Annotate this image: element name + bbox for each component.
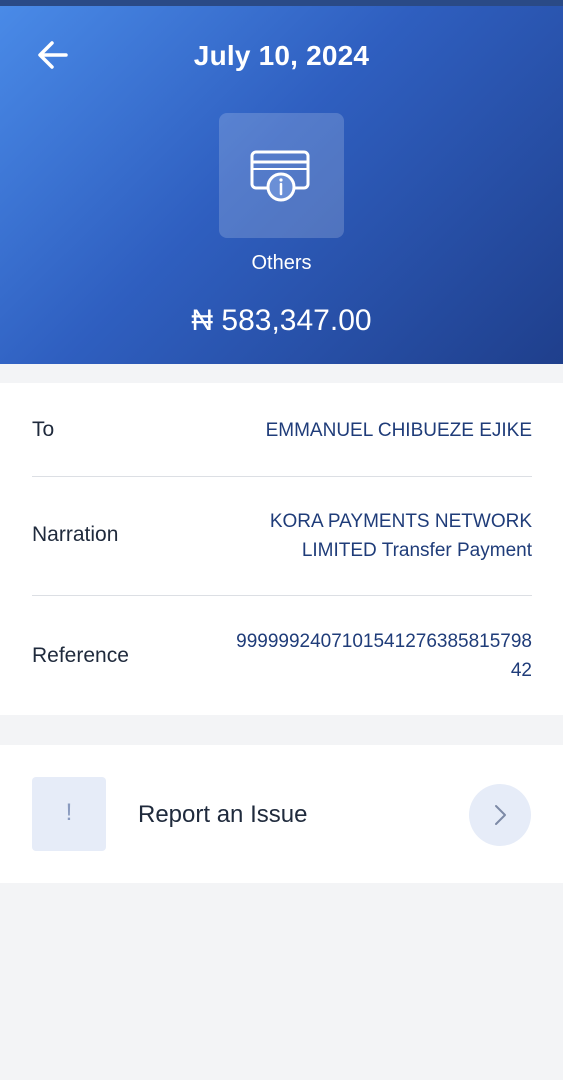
detail-row-narration: Narration KORA PAYMENTS NETWORK LIMITED …	[32, 507, 532, 567]
narration-label: Narration	[32, 523, 119, 546]
detail-row-reference: Reference 999999240710154127638581579​8 …	[32, 627, 532, 687]
card-info-icon	[250, 150, 310, 202]
report-issue-row[interactable]: ! Report an Issue	[0, 745, 563, 883]
detail-row-to: To EMMANUEL CHIBUEZE EJIKE	[32, 416, 532, 446]
reference-label: Reference	[32, 644, 129, 667]
report-issue-label: Report an Issue	[138, 801, 308, 828]
exclamation-icon: !	[65, 799, 73, 826]
narration-line: KORA PAYMENTS NETWORK	[269, 511, 532, 532]
narration-line: LIMITED Transfer Payment	[301, 540, 532, 561]
report-issue-button[interactable]	[469, 784, 531, 846]
reference-line: 42	[510, 660, 532, 681]
issue-icon-box: !	[32, 777, 106, 851]
status-strip	[0, 0, 563, 6]
narration-value: KORA PAYMENTS NETWORK LIMITED Transfer P…	[270, 507, 532, 565]
to-value: EMMANUEL CHIBUEZE EJIKE	[265, 420, 532, 441]
reference-value[interactable]: 999999240710154127638581579​8 42	[236, 627, 532, 685]
chevron-right-icon	[495, 805, 506, 825]
category-label: Others	[251, 252, 312, 274]
to-label: To	[32, 418, 55, 441]
divider	[32, 476, 532, 477]
reference-line: 999999240710154127638581579​8	[236, 631, 532, 652]
page-title: July 10, 2024	[193, 40, 370, 71]
category-tile	[219, 113, 344, 238]
transaction-amount: ₦ 583,347.00	[191, 304, 372, 337]
details-card: To EMMANUEL CHIBUEZE EJIKE Narration KOR…	[0, 383, 563, 715]
divider	[32, 595, 532, 596]
transaction-header: July 10, 2024 Others ₦ 583,347.00	[0, 0, 563, 364]
